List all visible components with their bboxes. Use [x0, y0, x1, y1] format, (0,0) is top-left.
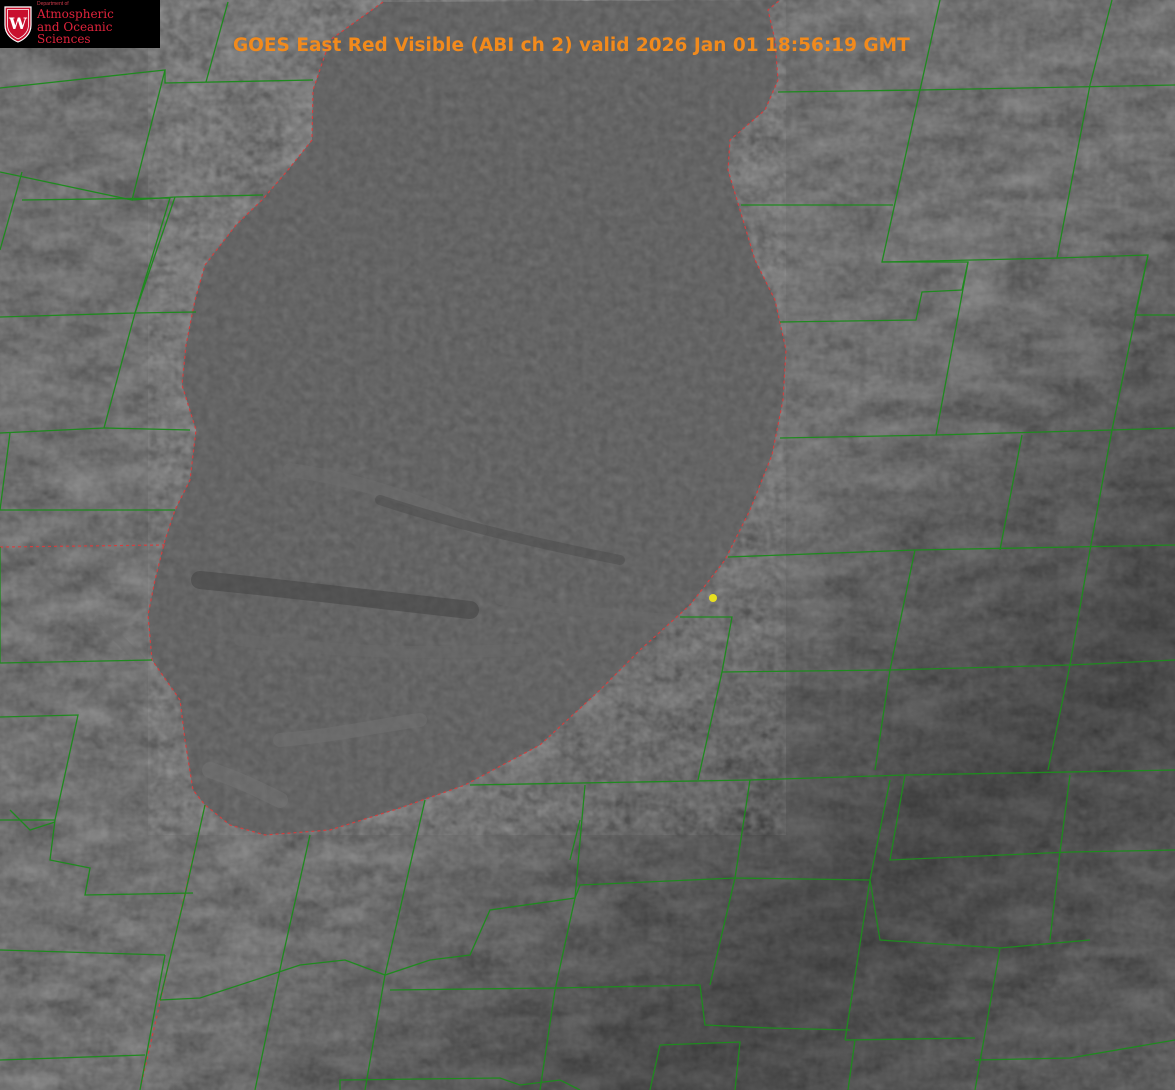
logo-text: Department of Atmospheric and Oceanic Sc…: [37, 1, 160, 47]
svg-text:W: W: [8, 14, 28, 33]
logo-line1: Atmospheric: [37, 7, 114, 22]
uw-aos-logo[interactable]: W Department of Atmospheric and Oceanic …: [0, 0, 160, 48]
logo-line2: and Oceanic Sciences: [37, 19, 113, 47]
satellite-viewer: W Department of Atmospheric and Oceanic …: [0, 0, 1175, 1090]
image-title: GOES East Red Visible (ABI ch 2) valid 2…: [233, 35, 910, 56]
uw-crest-icon: W: [4, 6, 32, 43]
location-dot-icon: [709, 594, 717, 602]
satellite-map: [0, 0, 1175, 1090]
